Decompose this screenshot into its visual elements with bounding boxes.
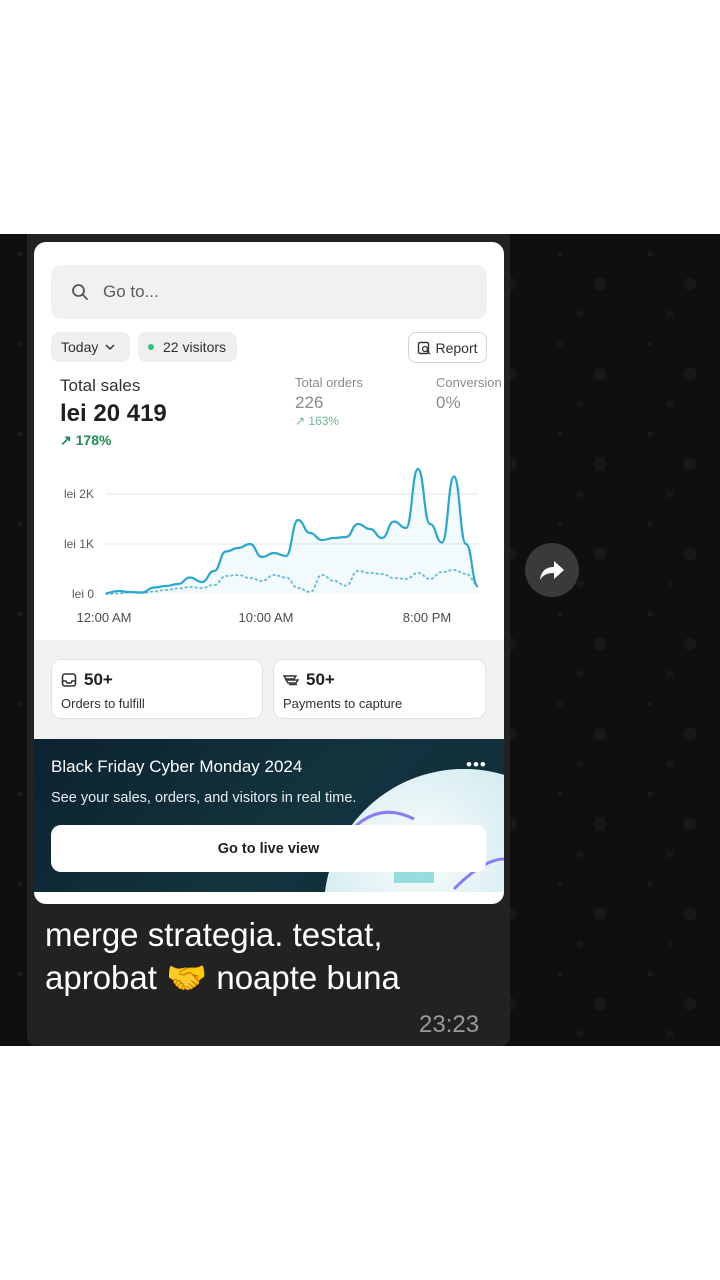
more-options-icon[interactable]: ••• <box>466 755 487 775</box>
message-text-line-2: aprobat 🤝 noapte buna <box>45 959 400 996</box>
promo-subtitle: See your sales, orders, and visitors in … <box>51 790 357 806</box>
arrow-up-right-icon: ↗ <box>295 414 306 428</box>
x-tick-label: 10:00 AM <box>239 610 294 625</box>
report-icon <box>418 341 431 354</box>
visitors-label: 22 visitors <box>163 339 227 355</box>
dashboard-screenshot[interactable]: Go to... Today 22 visitors Report Total … <box>34 242 504 904</box>
report-label: Report <box>435 339 478 356</box>
payments-to-capture-label: Payments to capture <box>283 696 403 711</box>
cash-icon <box>283 675 300 686</box>
total-orders-value: 226 <box>295 393 324 412</box>
total-sales-label: Total sales <box>60 376 141 395</box>
promo-title: Black Friday Cyber Monday 2024 <box>51 757 303 776</box>
search-bar[interactable]: Go to... <box>51 265 487 319</box>
total-orders-change: ↗ 163% <box>295 414 340 428</box>
go-to-live-view-button[interactable]: Go to live view <box>51 825 486 872</box>
y-tick-label: lei 1K <box>64 537 94 551</box>
message-text-line-1: merge strategia. testat, <box>45 916 383 953</box>
orders-to-fulfill-card[interactable]: 50+ Orders to fulfill <box>51 659 263 719</box>
report-button[interactable]: Report <box>408 332 487 363</box>
conversion-value: 0% <box>436 393 461 412</box>
x-tick-label: 8:00 PM <box>403 610 451 625</box>
y-tick-label: lei 2K <box>64 487 94 501</box>
bfcm-promo-card: Black Friday Cyber Monday 2024 ••• See y… <box>34 739 504 892</box>
inbox-icon <box>61 673 77 687</box>
forward-button[interactable] <box>525 543 579 597</box>
x-tick-label: 12:00 AM <box>77 610 132 625</box>
live-dot-icon <box>148 344 154 350</box>
search-placeholder: Go to... <box>103 282 159 301</box>
visitors-badge[interactable]: 22 visitors <box>138 332 237 362</box>
orders-to-fulfill-count: 50+ <box>84 670 113 689</box>
tasks-section: 50+ Orders to fulfill 50+ Payments to ca… <box>34 640 504 739</box>
total-sales-value: lei 20 419 <box>60 400 167 427</box>
date-range-label: Today <box>61 339 99 355</box>
total-sales-change: ↗ 178% <box>60 432 112 448</box>
orders-to-fulfill-label: Orders to fulfill <box>61 696 145 711</box>
arrow-up-right-icon: ↗ <box>60 432 72 448</box>
total-orders-label: Total orders <box>295 375 363 390</box>
y-tick-label: lei 0 <box>72 587 94 601</box>
chevron-down-icon <box>105 344 115 351</box>
forward-arrow-icon <box>540 561 564 580</box>
payments-to-capture-count: 50+ <box>306 670 335 689</box>
date-range-selector[interactable]: Today <box>51 332 130 362</box>
payments-to-capture-card[interactable]: 50+ Payments to capture <box>273 659 486 719</box>
message-timestamp: 23:23 <box>419 1011 480 1038</box>
search-icon <box>72 284 88 300</box>
conversion-label: Conversion <box>436 375 502 390</box>
sales-chart[interactable]: lei 2K lei 1K lei 0 12:00 AM 10:00 AM 8:00 PM <box>34 462 504 627</box>
